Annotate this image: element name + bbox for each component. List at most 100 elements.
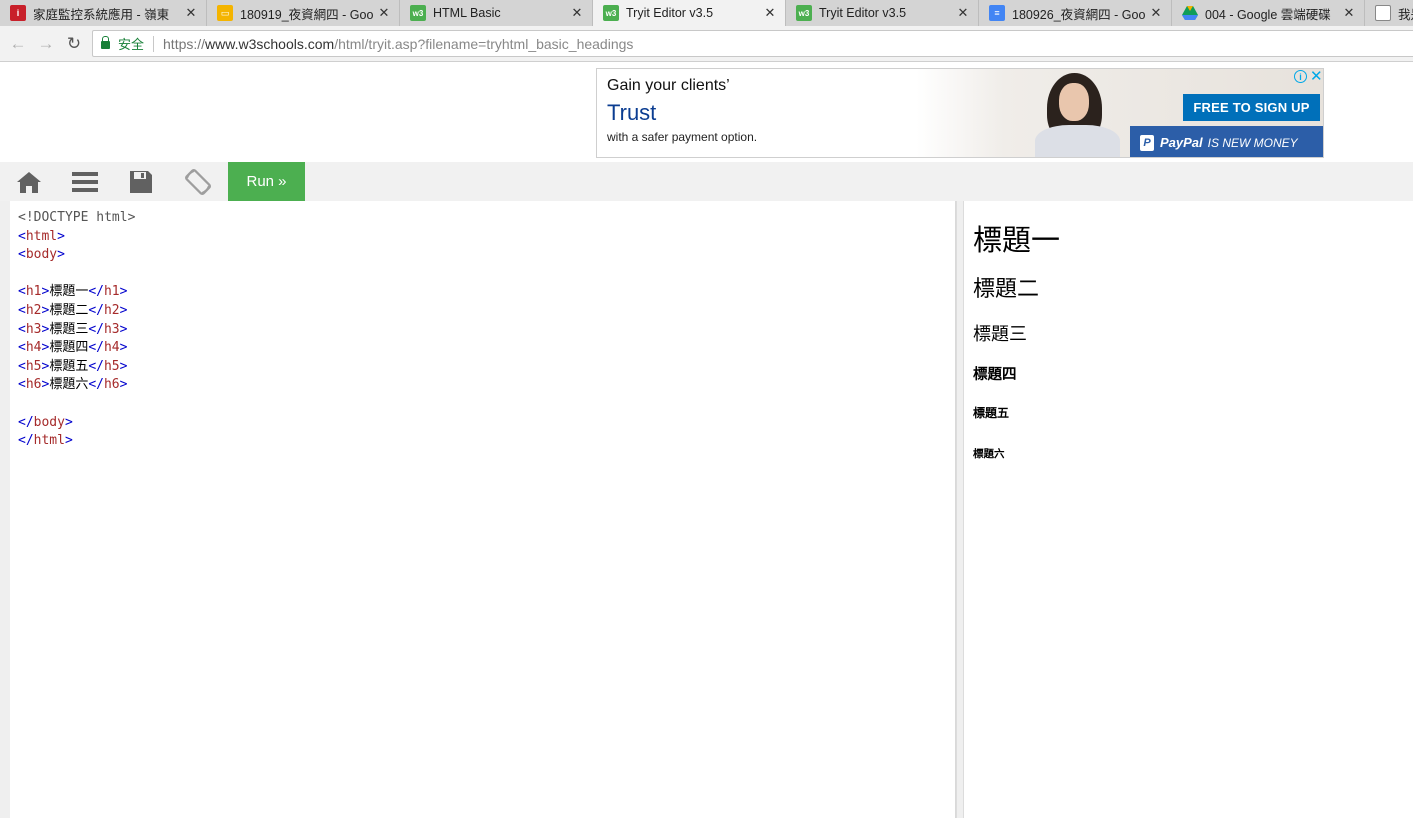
tag-name: h3	[103, 321, 120, 337]
code-heading-text: 標題一	[49, 284, 89, 300]
code-line: <h3>標題三</h3>	[18, 321, 955, 340]
google-docs-icon: ≡	[989, 5, 1005, 21]
html-tag: <h4>	[18, 340, 50, 356]
menu-icon[interactable]	[57, 162, 113, 201]
html-tag: </h2>	[88, 302, 128, 318]
result-h1: 標題一	[973, 223, 1061, 257]
result-preview: 標題一 標題二 標題三 標題四 標題五 標題六	[964, 201, 1413, 818]
html-tag: </h3>	[88, 321, 128, 337]
lock-icon	[101, 36, 110, 49]
security-label: 安全	[118, 37, 145, 52]
html-tag: <h2>	[18, 302, 50, 318]
url-host: www.w3schools.com	[205, 35, 335, 52]
url-text[interactable]: https://www.w3schools.com/html/tryit.asp…	[163, 36, 633, 52]
tab-2[interactable]: ▭ 180919_夜資網四 - Goog ✕	[207, 0, 400, 26]
paypal-brand: PayPal	[1160, 135, 1203, 150]
w3schools-icon: w3	[410, 5, 426, 21]
back-arrow-icon[interactable]: ←	[7, 33, 29, 55]
tag-name: h1	[103, 284, 120, 300]
reload-icon[interactable]: ↻	[63, 33, 85, 55]
tag-name: h4	[103, 340, 120, 356]
close-icon[interactable]: ✕	[184, 5, 198, 21]
result-h6: 標題六	[973, 448, 1005, 460]
google-drive-icon	[1182, 5, 1198, 21]
tag-name: h2	[25, 302, 42, 318]
close-icon[interactable]: ✕	[1342, 5, 1356, 21]
tab-title: 180926_夜資網四 - Goog	[1012, 7, 1145, 22]
result-h4: 標題四	[973, 366, 1017, 383]
paypal-ad-banner[interactable]: Gain your clients’ Trust with a safer pa…	[596, 68, 1324, 158]
code-heading-text: 標題三	[49, 321, 89, 337]
tag-name: html	[33, 433, 65, 449]
tab-6[interactable]: ≡ 180926_夜資網四 - Goog ✕	[979, 0, 1172, 26]
address-bar[interactable]: 安全 https://www.w3schools.com/html/tryit.…	[92, 30, 1413, 57]
tag-name: body	[25, 247, 58, 263]
html-tag: <h5>	[18, 358, 50, 374]
ad-photo-woman	[1017, 69, 1132, 157]
tab-1[interactable]: i 家庭監控系統應用 - 嶺東 ✕	[0, 0, 207, 26]
red-document-icon: i	[10, 5, 26, 21]
ad-signup-button[interactable]: FREE TO SIGN UP	[1183, 94, 1320, 121]
w3schools-icon: w3	[796, 5, 812, 21]
code-heading-text: 標題六	[49, 377, 89, 393]
tab-title: 004 - Google 雲端硬碟	[1205, 7, 1331, 22]
html-tag: </h6>	[88, 377, 128, 393]
code-line: <html>	[18, 228, 955, 247]
tag-name: h5	[25, 358, 42, 374]
ad-info-icon[interactable]: i	[1294, 70, 1307, 83]
html-tag: </h5>	[88, 358, 128, 374]
code-line: <h1>標題一</h1>	[18, 283, 955, 302]
html-tag: </h1>	[88, 284, 128, 300]
rotate-icon[interactable]	[170, 162, 226, 201]
code-line-doctype: <!DOCTYPE html>	[18, 210, 136, 225]
tag-name: h5	[103, 358, 120, 374]
ad-headline: Gain your clients’	[607, 77, 730, 94]
close-icon[interactable]: ✕	[377, 5, 391, 21]
ad-close-icon[interactable]: ✕	[1310, 69, 1323, 85]
tab-title: HTML Basic	[433, 6, 501, 20]
url-path: /html/tryit.asp?filename=tryhtml_basic_h…	[334, 35, 634, 52]
forward-arrow-icon[interactable]: →	[35, 33, 57, 55]
tag-name: h4	[25, 340, 42, 356]
ad-subtext: with a safer payment option.	[607, 130, 758, 144]
code-heading-text: 標題四	[49, 340, 89, 356]
home-icon[interactable]	[1, 162, 57, 201]
tab-title: Tryit Editor v3.5	[819, 6, 907, 20]
paypal-logo-icon: P	[1140, 134, 1154, 151]
run-button[interactable]: Run »	[228, 162, 305, 201]
browser-toolbar: ← → ↻ 安全 https://www.w3schools.com/html/…	[0, 26, 1413, 62]
close-icon[interactable]: ✕	[763, 5, 777, 21]
divider	[153, 35, 155, 52]
html-tag: </html>	[18, 433, 73, 449]
code-text[interactable]: <!DOCTYPE html> <html> <body> <h1>標題一</h1…	[18, 209, 955, 451]
close-icon[interactable]: ✕	[1149, 5, 1163, 21]
save-icon[interactable]	[113, 162, 169, 201]
tag-name: html	[25, 228, 58, 244]
tag-name: h6	[103, 377, 120, 393]
pane-splitter[interactable]	[956, 201, 964, 818]
html-tag: <body>	[18, 247, 65, 263]
code-heading-text: 標題五	[49, 358, 89, 374]
result-h3: 標題三	[973, 324, 1027, 345]
code-editor[interactable]: <!DOCTYPE html> <html> <body> <h1>標題一</h1…	[10, 201, 956, 818]
tag-name: h1	[25, 284, 42, 300]
tab-title: 180919_夜資網四 - Goog	[240, 7, 373, 22]
tab-7[interactable]: 004 - Google 雲端硬碟 ✕	[1172, 0, 1365, 26]
tab-8[interactable]: 我是	[1365, 0, 1413, 26]
tab-3[interactable]: w3 HTML Basic ✕	[400, 0, 593, 26]
tab-4-active[interactable]: w3 Tryit Editor v3.5 ✕	[593, 0, 786, 26]
code-line: </html>	[18, 432, 955, 451]
close-icon[interactable]: ✕	[956, 5, 970, 21]
tag-name: h3	[25, 321, 42, 337]
html-tag: </body>	[18, 414, 73, 430]
code-line: </body>	[18, 414, 955, 433]
close-icon[interactable]: ✕	[570, 5, 584, 21]
tab-title: 家庭監控系統應用 - 嶺東	[33, 7, 170, 22]
html-tag: <h6>	[18, 377, 50, 393]
google-slides-icon: ▭	[217, 5, 233, 21]
html-tag: <h1>	[18, 284, 50, 300]
tag-name: h6	[25, 377, 42, 393]
tab-5[interactable]: w3 Tryit Editor v3.5 ✕	[786, 0, 979, 26]
